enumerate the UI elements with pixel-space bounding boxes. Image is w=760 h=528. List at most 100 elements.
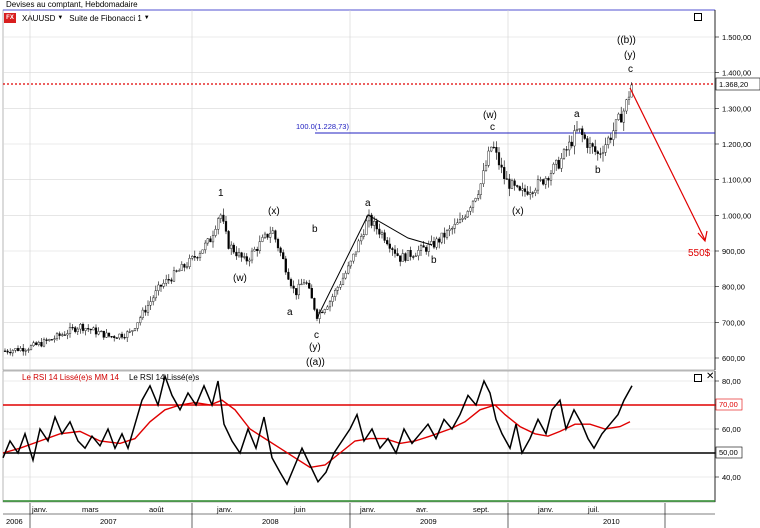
candle-body — [126, 331, 129, 338]
candle-body — [406, 250, 410, 261]
candle-body — [482, 170, 485, 185]
candle-body — [63, 334, 66, 336]
candle-body — [42, 339, 46, 347]
candle-body — [614, 119, 618, 131]
candle-body — [422, 245, 425, 248]
candle-body — [120, 333, 124, 338]
candle-body — [503, 167, 506, 179]
candle-body — [586, 138, 589, 148]
candle-body — [29, 345, 33, 350]
candle-body — [427, 244, 430, 252]
candle-body — [518, 186, 521, 191]
candle-body — [79, 324, 82, 330]
candle-body — [479, 183, 482, 195]
candle-body — [492, 146, 495, 149]
candle-body — [27, 349, 30, 351]
candle-body — [136, 322, 139, 329]
candle-body — [328, 301, 332, 308]
candle-body — [500, 164, 503, 168]
candle-body — [383, 232, 386, 241]
candle-body — [167, 279, 170, 281]
candle-body — [588, 143, 592, 148]
candle-body — [204, 242, 207, 251]
candle-body — [227, 231, 230, 249]
candle-body — [349, 260, 352, 267]
candle-body — [523, 188, 527, 192]
candle-body — [409, 250, 412, 257]
month-label: août — [149, 505, 165, 514]
candle-body — [240, 252, 243, 258]
candle-body — [326, 306, 329, 310]
candle-body — [487, 150, 490, 166]
candle-body — [102, 330, 105, 338]
candle-body — [105, 332, 108, 338]
candle-body — [258, 241, 261, 251]
candle-body — [76, 328, 79, 332]
price-tick-label: 1.500,00 — [722, 33, 751, 42]
candle-body — [289, 279, 293, 287]
candle-body — [401, 253, 404, 262]
close-icon[interactable]: ✕ — [706, 371, 714, 382]
candle-body — [334, 290, 337, 297]
candle-body — [89, 328, 92, 331]
candle-body — [66, 333, 69, 336]
candle-body — [107, 332, 111, 337]
candle-body — [612, 130, 615, 140]
price-tick-label: 800,00 — [722, 283, 745, 292]
projection-arrow — [629, 87, 706, 241]
candle-body — [461, 217, 464, 220]
wave-label: ((a)) — [306, 357, 325, 368]
candle-body — [9, 351, 12, 354]
candle-body — [378, 228, 381, 235]
candle-body — [159, 284, 163, 287]
price-tick-label: 1.400,00 — [722, 69, 751, 78]
year-label: 2006 — [6, 517, 23, 526]
rsi-legend-label: Le RSI 14 Lissé(e)s — [128, 373, 200, 382]
candle-body — [529, 192, 532, 195]
candle-body — [617, 113, 620, 120]
candle-body — [97, 331, 100, 335]
candle-body — [607, 137, 610, 145]
candle-body — [549, 172, 553, 181]
candle-body — [521, 188, 524, 191]
candle-body — [453, 223, 456, 229]
candle-body — [344, 272, 347, 279]
candle-body — [243, 256, 246, 258]
candle-body — [71, 327, 74, 329]
candle-body — [128, 331, 131, 333]
candle-body — [211, 235, 215, 243]
candle-body — [118, 333, 121, 339]
candle-body — [596, 151, 599, 154]
candle-body — [154, 290, 157, 299]
candle-body — [219, 214, 222, 219]
candle-body — [352, 253, 355, 262]
candle-body — [393, 249, 397, 254]
wave-label: (w) — [483, 110, 497, 121]
candle-body — [464, 216, 467, 219]
candle-body — [484, 165, 488, 171]
candle-body — [209, 238, 212, 243]
candle-body — [84, 328, 87, 331]
candle-body — [206, 238, 209, 244]
candle-body — [196, 257, 199, 259]
candle-body — [469, 207, 472, 212]
candle-body — [581, 128, 584, 135]
candle-body — [183, 264, 186, 268]
candle-body — [568, 141, 571, 151]
candle-body — [391, 248, 394, 250]
candle-body — [354, 251, 358, 255]
candle-body — [131, 330, 134, 332]
candle-body — [295, 288, 298, 296]
maximize-rsi-pane-button[interactable] — [694, 374, 702, 382]
candle-body — [448, 228, 451, 231]
month-label: mars — [82, 505, 99, 514]
candle-body — [380, 232, 384, 235]
candle-body — [193, 256, 196, 258]
candle-body — [534, 189, 537, 194]
candle-body — [414, 255, 417, 257]
candle-body — [495, 147, 498, 153]
year-label: 2009 — [420, 517, 437, 526]
candle-body — [133, 328, 137, 331]
price-pane-frame — [2, 9, 716, 371]
candle-body — [438, 238, 441, 243]
